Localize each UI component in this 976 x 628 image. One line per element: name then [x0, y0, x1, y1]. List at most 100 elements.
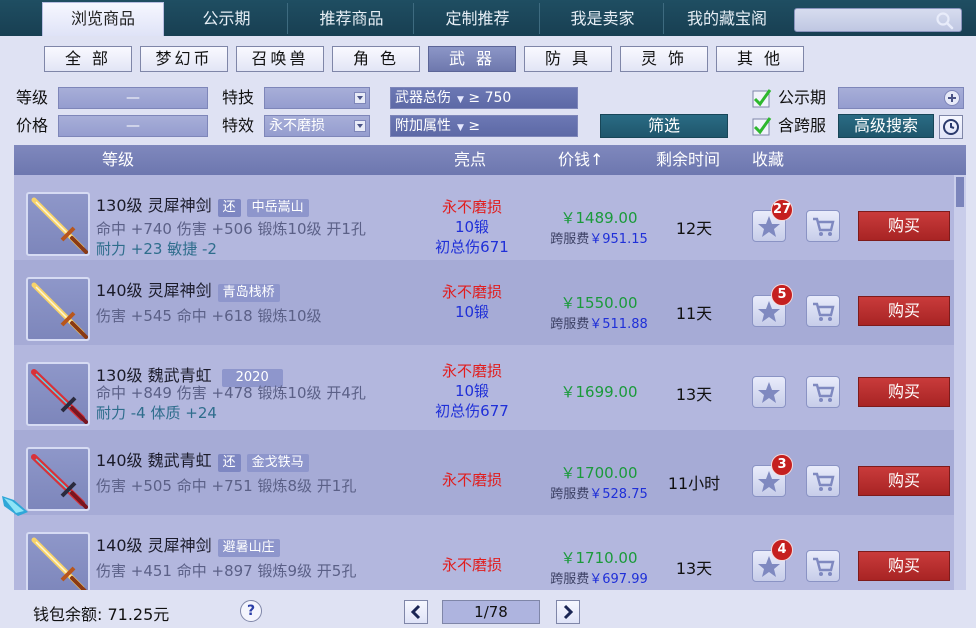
- item-name: 140级 灵犀神剑 避暑山庄: [96, 532, 280, 557]
- extra-attr-op: ≥: [468, 118, 481, 134]
- cart-button[interactable]: [806, 210, 840, 242]
- header-price-sort[interactable]: 价钱↑: [558, 145, 603, 175]
- category-armor[interactable]: 防 具: [524, 46, 612, 72]
- tab-publicity[interactable]: 公示期: [166, 3, 288, 34]
- header-favorites: 收藏: [752, 150, 785, 169]
- scrollbar-thumb[interactable]: [956, 177, 964, 207]
- table-row[interactable]: 140级 灵犀神剑 避暑山庄 伤害 +451 命中 +897 锻炼9级 开5孔 永…: [14, 515, 954, 590]
- favorite-button[interactable]: [752, 376, 786, 408]
- shopping-cart-icon: [813, 472, 835, 491]
- shopping-cart-icon: [813, 557, 835, 576]
- highlight-text: 永不磨损: [441, 362, 502, 380]
- clock-button[interactable]: [939, 115, 963, 139]
- weapon-thumbnail[interactable]: [26, 447, 90, 511]
- category-summons[interactable]: 召唤兽: [236, 46, 324, 72]
- effect-label: 特效: [222, 116, 255, 135]
- prev-page-button[interactable]: [404, 600, 428, 624]
- favorite-button[interactable]: 5: [752, 284, 793, 327]
- table-row[interactable]: 140级 灵犀神剑 青岛栈桥 伤害 +545 命中 +618 锻炼10级 永不磨损…: [14, 260, 954, 345]
- remaining-time: 11小时: [667, 474, 721, 493]
- buy-button[interactable]: 购买: [858, 377, 950, 407]
- table-row[interactable]: 140级 魏武青虹还金戈铁马 伤害 +505 命中 +751 锻炼8级 开1孔 …: [14, 430, 954, 515]
- search-input[interactable]: [794, 8, 962, 32]
- search-icon[interactable]: [935, 11, 955, 31]
- favorite-button[interactable]: 3: [752, 454, 793, 497]
- level-range-field[interactable]: —: [58, 87, 208, 109]
- favorite-count-badge: 5: [771, 284, 793, 306]
- item-price: ￥1699.00: [560, 383, 638, 401]
- table-scrollbar[interactable]: [954, 175, 966, 590]
- effect-dropdown[interactable]: 永不磨损: [264, 115, 370, 137]
- publicity-checkbox[interactable]: [752, 88, 772, 108]
- tab-custom-recommend[interactable]: 定制推荐: [416, 3, 540, 34]
- favorite-count-badge: 27: [771, 199, 793, 221]
- item-stats: 伤害 +545 命中 +618 锻炼10级: [96, 307, 322, 325]
- total-damage-filter[interactable]: 武器总伤 ▼ ≥ 750: [390, 87, 578, 109]
- buy-button[interactable]: 购买: [858, 296, 950, 326]
- skill-dropdown[interactable]: [264, 87, 370, 109]
- level-label: 等级: [16, 88, 49, 107]
- weapon-thumbnail[interactable]: [26, 532, 90, 590]
- highlight-text: 永不磨损: [441, 283, 502, 301]
- total-damage-value[interactable]: 750: [485, 90, 512, 106]
- gem-icon: [2, 496, 28, 516]
- category-coins[interactable]: 梦幻币: [140, 46, 228, 72]
- fee-label: 跨服费: [550, 317, 590, 332]
- chevron-down-icon: ▼: [457, 95, 464, 105]
- fee-label: 跨服费: [550, 572, 590, 587]
- plus-icon[interactable]: [944, 90, 960, 106]
- remaining-time: 11天: [675, 304, 713, 323]
- tab-seller[interactable]: 我是卖家: [542, 3, 664, 34]
- cross-server-fee: 跨服费￥951.15: [534, 228, 664, 247]
- publicity-field[interactable]: [838, 87, 964, 109]
- weapon-thumbnail[interactable]: [26, 362, 90, 426]
- next-page-button[interactable]: [556, 600, 580, 624]
- cross-server-fee: 跨服费￥697.99: [534, 568, 664, 587]
- red-sword-icon: [31, 454, 88, 509]
- help-icon[interactable]: ?: [240, 600, 262, 622]
- item-price: ￥1700.00: [560, 464, 638, 482]
- fee-value: ￥511.88: [589, 317, 648, 332]
- category-all[interactable]: 全 部: [44, 46, 132, 72]
- red-sword-icon: [31, 369, 88, 424]
- listing-table: 等级 亮点 价钱↑ 剩余时间 收藏 130级 灵犀神剑还中岳嵩山 命中 +740…: [14, 145, 966, 590]
- category-characters[interactable]: 角 色: [332, 46, 420, 72]
- item-highlights: 永不磨损 10锻 初总伤671: [414, 197, 530, 257]
- remaining-time: 13天: [675, 559, 713, 578]
- tag-badge: 还: [217, 454, 241, 472]
- category-other[interactable]: 其 他: [716, 46, 804, 72]
- highlight-text: 永不磨损: [441, 198, 502, 216]
- category-weapons[interactable]: 武 器: [428, 46, 516, 72]
- filter-button[interactable]: 筛选: [600, 114, 728, 138]
- header-level[interactable]: 等级: [102, 145, 134, 175]
- cart-button[interactable]: [806, 465, 840, 497]
- cart-button[interactable]: [806, 376, 840, 408]
- weapon-thumbnail[interactable]: [26, 192, 90, 256]
- total-damage-label: 武器总伤: [395, 90, 451, 106]
- server-badge: 避暑山庄: [217, 539, 280, 557]
- table-row[interactable]: 130级 魏武青虹 2020 命中 +849 伤害 +478 锻炼10级 开4孔 …: [14, 345, 954, 430]
- favorite-button[interactable]: 4: [752, 539, 793, 582]
- cart-button[interactable]: [806, 295, 840, 327]
- table-row[interactable]: 130级 灵犀神剑还中岳嵩山 命中 +740 伤害 +506 锻炼10级 开1孔…: [14, 175, 954, 260]
- cart-button[interactable]: [806, 550, 840, 582]
- category-accessories[interactable]: 灵 饰: [620, 46, 708, 72]
- tab-recommended[interactable]: 推荐商品: [290, 3, 414, 34]
- advanced-search-button[interactable]: 高级搜索: [838, 114, 934, 138]
- buy-button[interactable]: 购买: [858, 551, 950, 581]
- publicity-label: 公示期: [778, 88, 827, 107]
- buy-button[interactable]: 购买: [858, 466, 950, 496]
- item-price: ￥1710.00: [560, 549, 638, 567]
- buy-button[interactable]: 购买: [858, 211, 950, 241]
- price-range-field[interactable]: —: [58, 115, 208, 137]
- header-remaining-time[interactable]: 剩余时间: [656, 145, 720, 175]
- extra-attr-filter[interactable]: 附加属性 ▼ ≥: [390, 115, 578, 137]
- tab-browse[interactable]: 浏览商品: [42, 2, 164, 36]
- cross-server-fee: 跨服费￥528.75: [534, 483, 664, 502]
- tab-my-treasure[interactable]: 我的藏宝阁: [666, 3, 788, 34]
- cross-server-checkbox[interactable]: [752, 116, 772, 136]
- weapon-thumbnail[interactable]: [26, 277, 90, 341]
- price-label: 价格: [16, 116, 49, 135]
- favorite-button[interactable]: 27: [752, 199, 793, 242]
- highlight-text: 10锻: [454, 382, 490, 400]
